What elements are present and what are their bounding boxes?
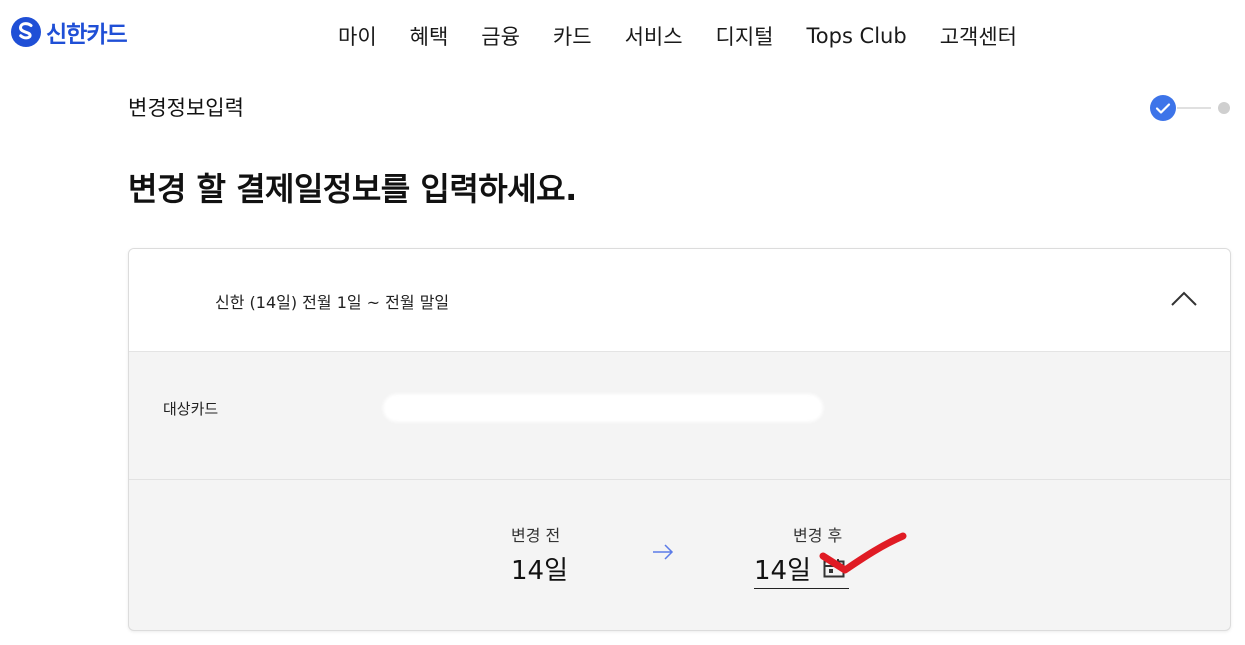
masked-card-number — [383, 394, 823, 422]
target-card-row: 대상카드 — [129, 352, 1230, 480]
logo-text: 신한카드 — [46, 22, 128, 48]
nav-item-benefits[interactable]: 혜택 — [410, 21, 449, 51]
step-1-active — [1150, 95, 1176, 121]
nav-item-my[interactable]: 마이 — [338, 21, 377, 51]
nav-item-service[interactable]: 서비스 — [625, 21, 683, 51]
panel-accordion-header[interactable]: 신한 (14일) 전월 1일 ~ 전월 말일 — [129, 249, 1230, 352]
step-title: 변경정보입력 — [128, 96, 244, 120]
step-indicator — [1150, 95, 1230, 121]
before-label: 변경 전 — [511, 526, 561, 545]
after-value: 14일 — [754, 555, 812, 586]
nav-item-customer-center[interactable]: 고객센터 — [940, 21, 1017, 51]
main-nav: 마이 혜택 금융 카드 서비스 디지털 Tops Club 고객센터 — [338, 14, 1017, 58]
nav-item-digital[interactable]: 디지털 — [716, 21, 774, 51]
panel-summary: 신한 (14일) 전월 1일 ~ 전월 말일 — [215, 293, 450, 312]
chevron-up-icon[interactable] — [1169, 287, 1199, 309]
site-header: 신한카드 마이 혜택 금융 카드 서비스 디지털 Tops Club 고객센터 — [0, 0, 1245, 70]
page-heading: 변경 할 결제일정보를 입력하세요. — [128, 170, 577, 208]
arrow-right-icon — [653, 544, 674, 560]
red-check-annotation — [819, 532, 907, 574]
payment-date-panel: 신한 (14일) 전월 1일 ~ 전월 말일 대상카드 변경 전 14일 변경 … — [128, 248, 1231, 631]
nav-item-finance[interactable]: 금융 — [481, 21, 520, 51]
nav-item-card[interactable]: 카드 — [553, 21, 592, 51]
target-card-label: 대상카드 — [163, 400, 219, 418]
date-change-row: 변경 전 14일 변경 후 14일 — [129, 480, 1230, 630]
step-2-inactive — [1218, 102, 1230, 114]
brand-logo[interactable]: 신한카드 — [10, 14, 128, 50]
nav-item-tops-club[interactable]: Tops Club — [807, 24, 907, 48]
before-value: 14일 — [511, 556, 569, 586]
shinhan-s-logo-icon — [11, 17, 41, 47]
